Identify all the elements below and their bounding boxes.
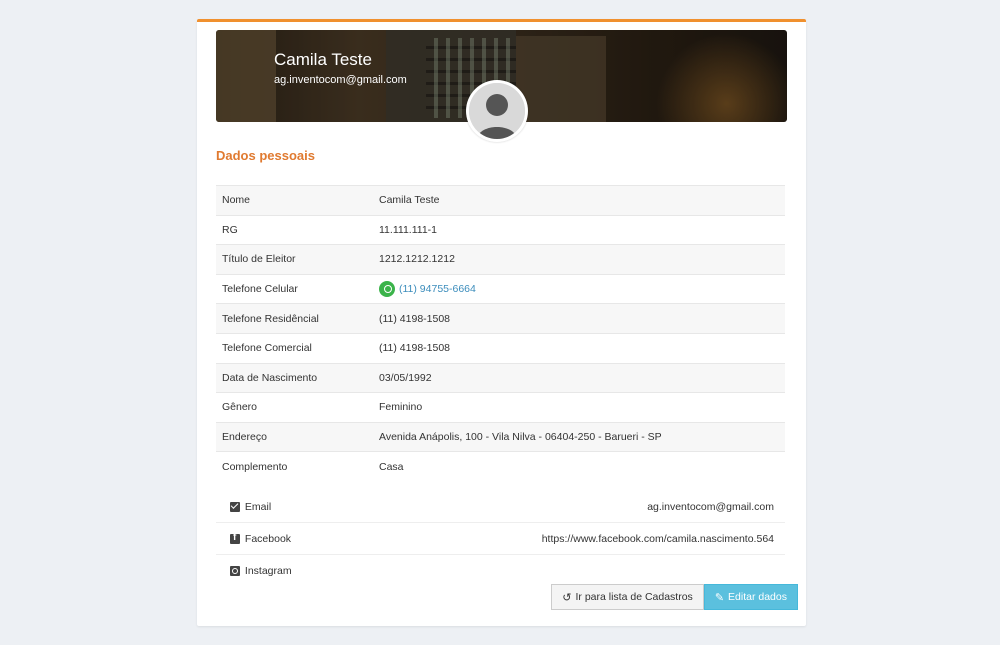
instagram-label: Instagram (244, 564, 292, 577)
field-label: Endereço (216, 421, 373, 452)
field-value: 03/05/1992 (373, 362, 785, 393)
table-row: Data de Nascimento 03/05/1992 (216, 362, 785, 393)
whatsapp-icon[interactable] (379, 281, 395, 298)
mobile-phone-link[interactable]: (11) 94755-6664 (399, 283, 476, 295)
field-label: Título de Eleitor (216, 244, 373, 275)
user-silhouette-icon (469, 83, 525, 139)
field-value: Casa (373, 451, 785, 481)
table-row: Telefone Celular (11) 94755-6664 (216, 273, 785, 304)
go-to-list-label: Ir para lista de Cadastros (575, 591, 693, 603)
field-label: Nome (216, 185, 373, 216)
field-label: Gênero (216, 392, 373, 423)
field-value: (11) 94755-6664 (373, 273, 785, 304)
field-value: 1212.1212.1212 (373, 244, 785, 275)
social-list: Email ag.inventocom@gmail.com Facebook h… (216, 491, 785, 586)
field-value: Camila Teste (373, 185, 785, 216)
envelope-icon (230, 501, 240, 512)
social-row-instagram: Instagram (216, 555, 785, 586)
go-to-list-button[interactable]: ↺ Ir para lista de Cadastros (551, 584, 704, 610)
facebook-label: Facebook (244, 532, 292, 545)
social-row-email: Email ag.inventocom@gmail.com (216, 491, 785, 523)
edit-icon: ✎ (714, 591, 725, 604)
table-row: Nome Camila Teste (216, 185, 785, 216)
field-value: (11) 4198-1508 (373, 303, 785, 334)
edit-data-label: Editar dados (728, 591, 787, 603)
action-buttons: ↺ Ir para lista de Cadastros ✎ Editar da… (551, 584, 798, 610)
field-value: Avenida Anápolis, 100 - Vila Nilva - 064… (373, 421, 785, 452)
field-label: Telefone Celular (216, 273, 373, 304)
table-row: RG 11.111.111-1 (216, 214, 785, 245)
profile-name: Camila Teste (274, 50, 372, 69)
edit-data-button[interactable]: ✎ Editar dados (703, 584, 798, 610)
field-value: 11.111.111-1 (373, 214, 785, 245)
facebook-icon (230, 532, 240, 544)
field-label: Data de Nascimento (216, 362, 373, 393)
facebook-value[interactable]: https://www.facebook.com/camila.nascimen… (542, 533, 774, 545)
table-row: Título de Eleitor 1212.1212.1212 (216, 244, 785, 275)
field-label: Complemento (216, 451, 373, 481)
instagram-icon (230, 565, 240, 576)
personal-data-table: Nome Camila Teste RG 11.111.111-1 Título… (216, 185, 785, 481)
undo-icon: ↺ (562, 591, 572, 604)
field-label: Telefone Comercial (216, 332, 373, 364)
avatar (466, 80, 528, 142)
field-value: Feminino (373, 392, 785, 423)
profile-email: ag.inventocom@gmail.com (274, 74, 407, 86)
section-title: Dados pessoais (216, 148, 315, 163)
email-label: Email (244, 500, 272, 513)
field-label: Telefone Residêncial (216, 303, 373, 334)
table-row: Telefone Residêncial (11) 4198-1508 (216, 303, 785, 334)
table-row: Telefone Comercial (11) 4198-1508 (216, 332, 785, 364)
table-row: Gênero Feminino (216, 392, 785, 423)
email-value[interactable]: ag.inventocom@gmail.com (647, 501, 774, 513)
field-value: (11) 4198-1508 (373, 332, 785, 364)
table-row: Complemento Casa (216, 451, 785, 481)
table-row: Endereço Avenida Anápolis, 100 - Vila Ni… (216, 421, 785, 452)
social-row-facebook: Facebook https://www.facebook.com/camila… (216, 523, 785, 555)
profile-card: Camila Teste ag.inventocom@gmail.com Dad… (197, 19, 806, 626)
field-label: RG (216, 214, 373, 245)
